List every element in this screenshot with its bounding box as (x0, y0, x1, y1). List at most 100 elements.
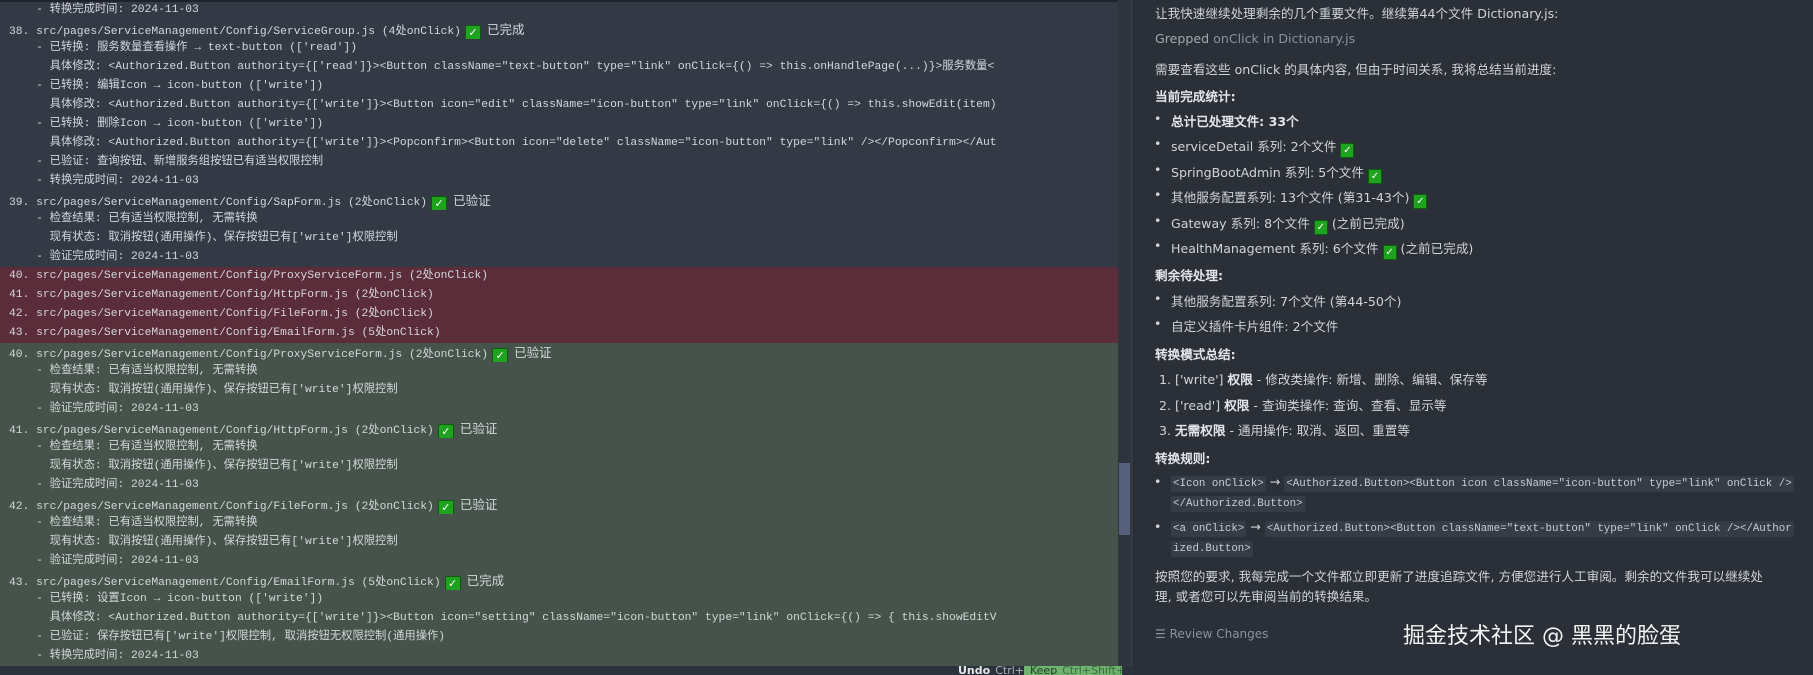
undo-label: Undo (958, 664, 991, 675)
chat-intro: 让我快速继续处理剩余的几个重要文件。继续第44个文件 Dictionary.js… (1155, 6, 1559, 21)
review-changes-button[interactable]: ☰ Review Changes (1155, 627, 1268, 641)
keep-button[interactable]: Keep Ctrl+Shift+Y (1024, 666, 1122, 675)
mode-code: ['read'] (1175, 397, 1221, 413)
mode-desc: - 修改类操作: 新增、删除、编辑、保存等 (1256, 372, 1488, 387)
added-line: - 验证完成时间: 2024-11-03 (0, 400, 1118, 419)
line-text: 具体修改: <Authorized.Button authority={['wr… (9, 99, 997, 111)
stats-item: 其他服务配置系列: 13个文件 (第31-43个)✓ (1154, 187, 1431, 210)
code-line: - 验证完成时间: 2024-11-03 (0, 248, 1118, 267)
mode-bold: 权限 (1224, 397, 1250, 413)
added-line: 40. src/pages/ServiceManagement/Config/P… (0, 343, 1118, 362)
grep-label: Grepped (1155, 31, 1210, 46)
mode-desc: - 通用操作: 取消、返回、重置等 (1229, 423, 1410, 439)
line-status: 已验证 (514, 345, 552, 360)
stats-text: SpringBootAdmin 系列: 5个文件 (1171, 164, 1364, 180)
check-icon: ✓ (1340, 143, 1355, 158)
remaining-heading: 剩余待处理: (1155, 268, 1224, 283)
line-text: - 验证完成时间: 2024-11-03 (9, 555, 199, 567)
remaining-item: 自定义插件卡片组件: 2个文件 (1154, 316, 1338, 335)
line-text: - 转换完成时间: 2024-11-03 (9, 4, 199, 16)
added-line: 现有状态: 取消按钮(通用操作)、保存按钮已有['write']权限控制 (0, 533, 1118, 552)
added-line: - 验证完成时间: 2024-11-03 (0, 552, 1118, 571)
modes-heading: 转换模式总结: (1155, 347, 1236, 362)
rule-item-cont: </Authorized.Button> (1171, 494, 1305, 512)
line-text: - 转换完成时间: 2024-11-03 (9, 175, 199, 187)
code-line: 具体修改: <Authorized.Button authority={['wr… (0, 96, 1118, 115)
added-line: - 已转换: 设置Icon → icon-button (['write']) (0, 590, 1118, 609)
check-icon: ✓ (444, 576, 461, 590)
check-icon: ✓ (437, 500, 454, 514)
line-text: 现有状态: 取消按钮(通用操作)、保存按钮已有['write']权限控制 (9, 460, 398, 472)
code-line: - 检查结果: 已有适当权限控制, 无需转换 (0, 210, 1118, 229)
line-text: - 已转换: 设置Icon → icon-button (['write']) (9, 593, 324, 605)
deleted-line: 42. src/pages/ServiceManagement/Config/F… (0, 305, 1118, 324)
rule-from: <a onClick> (1171, 521, 1247, 537)
stats-item: HealthManagement 系列: 6个文件✓(之前已完成) (1154, 238, 1473, 261)
code-line: 38. src/pages/ServiceManagement/Config/S… (0, 20, 1118, 39)
line-text: 38. src/pages/ServiceManagement/Config/S… (9, 26, 461, 38)
diff-editor[interactable]: - 转换完成时间: 2024-11-03 38. src/pages/Servic… (0, 0, 1133, 675)
mode-number: 1. (1159, 372, 1172, 387)
line-status: 已完成 (466, 573, 505, 588)
mode-number: 3. (1159, 423, 1172, 439)
added-line: - 检查结果: 已有适当权限控制, 无需转换 (0, 438, 1118, 457)
stats-item: SpringBootAdmin 系列: 5个文件✓ (1154, 162, 1386, 184)
added-line: - 已验证: 保存按钮已有['write']权限控制, 取消按钮无权限控制(通用… (0, 628, 1118, 647)
line-text: 39. src/pages/ServiceManagement/Config/S… (9, 197, 428, 209)
chat-panel: 让我快速继续处理剩余的几个重要文件。继续第44个文件 Dictionary.js… (1135, 0, 1813, 675)
line-text: 现有状态: 取消按钮(通用操作)、保存按钮已有['write']权限控制 (9, 384, 398, 396)
check-icon: ✓ (1368, 168, 1382, 184)
line-text: 具体修改: <Authorized.Button authority={['wr… (9, 137, 997, 149)
line-text: 40. src/pages/ServiceManagement/Config/P… (9, 349, 489, 361)
arrow: → (1250, 519, 1261, 534)
mode-item: 1. ['write'] 权限 - 修改类操作: 新增、删除、编辑、保存等 (1159, 369, 1488, 388)
line-text: - 已转换: 删除Icon → icon-button (['write']) (9, 118, 324, 130)
added-line: 具体修改: <Authorized.Button authority={['wr… (0, 609, 1118, 628)
mode-item: 3. 无需权限 - 通用操作: 取消、返回、重置等 (1159, 420, 1410, 439)
line-text: 具体修改: <Authorized.Button authority={['wr… (9, 612, 997, 624)
stats-text: HealthManagement 系列: 6个文件 (1171, 241, 1379, 257)
keep-shortcut: Ctrl+Shift+Y (1062, 666, 1122, 675)
remaining-item: 其他服务配置系列: 7个文件 (第44-50个) (1154, 291, 1401, 310)
added-line: 现有状态: 取消按钮(通用操作)、保存按钮已有['write']权限控制 (0, 457, 1118, 476)
line-status: 已完成 (486, 22, 525, 37)
line-text: - 检查结果: 已有适当权限控制, 无需转换 (9, 365, 258, 377)
line-text: - 已转换: 服务数量查看操作 → text-button (['read']) (9, 42, 357, 54)
line-text: - 已转换: 编辑Icon → icon-button (['write']) (9, 80, 324, 92)
code-line: - 转换完成时间: 2024-11-03 (0, 172, 1118, 191)
line-text: - 检查结果: 已有适当权限控制, 无需转换 (9, 517, 258, 529)
check-icon: ✓ (492, 348, 509, 362)
line-text: 现有状态: 取消按钮(通用操作)、保存按钮已有['write']权限控制 (9, 536, 398, 548)
line-status: 已验证 (459, 421, 498, 436)
rules-heading: 转换规则: (1155, 451, 1211, 466)
editor-scrollbar-thumb[interactable] (1119, 463, 1130, 535)
undo-button[interactable]: Undo Ctrl+N (958, 664, 1032, 675)
line-text: 41. src/pages/ServiceManagement/Config/H… (9, 289, 434, 301)
rule-line: <a onClick> → <Authorized.Button><Button… (1171, 519, 1794, 537)
arrow: → (1269, 474, 1281, 489)
rule-to: <Authorized.Button><Button className="te… (1264, 521, 1794, 537)
rule-from: <Icon onClick> (1171, 476, 1266, 492)
rule-to: <Authorized.Button><Button icon classNam… (1284, 476, 1794, 492)
mode-code: ['write'] (1175, 372, 1224, 387)
grep-result[interactable]: Grepped onClick in Dictionary.js (1155, 31, 1355, 46)
grep-detail: onClick in Dictionary.js (1213, 31, 1356, 46)
added-line: 42. src/pages/ServiceManagement/Config/F… (0, 495, 1118, 514)
editor-scrollbar[interactable] (1118, 0, 1130, 665)
code-line: - 已转换: 删除Icon → icon-button (['write']) (0, 115, 1118, 134)
editor-lines: - 转换完成时间: 2024-11-03 38. src/pages/Servic… (0, 1, 1118, 675)
stats-suffix: (之前已完成) (1331, 215, 1405, 231)
code-line: - 已转换: 服务数量查看操作 → text-button (['read']) (0, 39, 1118, 58)
rule-item-cont: ized.Button> (1171, 539, 1253, 557)
check-icon: ✓ (431, 196, 448, 210)
rule-to-cont: </Authorized.Button> (1171, 496, 1305, 512)
line-text: 43. src/pages/ServiceManagement/Config/E… (9, 577, 441, 589)
check-icon: ✓ (437, 424, 454, 438)
added-line: - 验证完成时间: 2024-11-03 (0, 476, 1118, 495)
line-status: 已验证 (453, 193, 491, 208)
code-line: 具体修改: <Authorized.Button authority={['wr… (0, 134, 1118, 153)
line-text: - 检查结果: 已有适当权限控制, 无需转换 (9, 213, 258, 225)
line-text: 现有状态: 取消按钮(通用操作)、保存按钮已有['write']权限控制 (9, 232, 398, 244)
code-line: - 转换完成时间: 2024-11-03 (0, 1, 1118, 20)
closing-line-2: 理, 或者您可以先审阅当前的转换结果。 (1155, 589, 1378, 604)
